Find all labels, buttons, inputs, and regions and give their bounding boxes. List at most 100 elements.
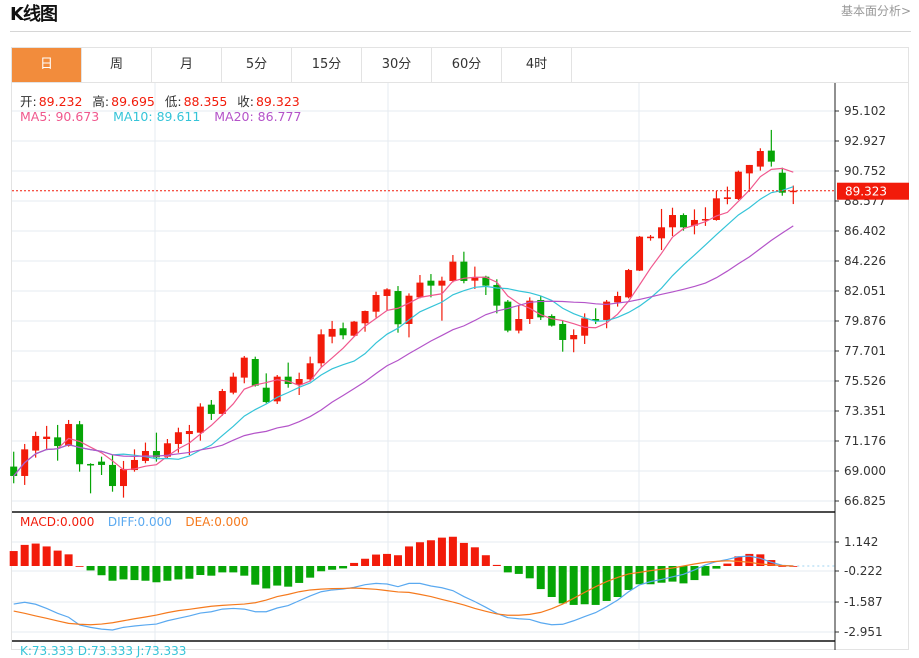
macd-bar [251,566,260,585]
macd-bar [53,550,62,566]
price-tick-label: 95.102 [844,104,886,118]
candle-body [32,435,40,451]
macd-bar [20,544,29,566]
price-tick-label: 92.927 [844,134,886,148]
macd-bar [613,566,622,598]
macd-bar [536,566,545,590]
candle-body [416,282,424,298]
candle-body [174,432,182,444]
candle [669,207,676,236]
ohlc-readout: 开: 89.232 高: 89.695 低: 88.355 收: 89.323 [20,91,302,110]
candle-body [98,461,106,465]
candle-body [65,423,73,447]
candle [21,443,29,485]
candle [87,463,95,494]
macd-tick-label: -2.951 [844,625,883,639]
candle-body [625,270,633,298]
ma10-line [13,186,794,477]
price-tick-label: 84.226 [844,254,886,268]
candle [438,276,446,321]
candle [559,319,567,352]
macd-bar [42,546,51,566]
current-price-label: 89.323 [845,185,887,199]
macd-bar [701,566,710,576]
candle-body [185,431,193,435]
candle-body [295,379,303,385]
macd-bar [273,566,282,586]
macd-bar [459,542,468,566]
macd-bar [75,566,84,567]
macd-tick-label: -0.222 [844,564,883,578]
candle-body [504,301,512,331]
candle-body [614,295,622,303]
candle-body [723,197,731,200]
macd-bar [558,566,567,604]
macd-bar [580,566,589,605]
macd-bar [437,537,446,566]
macd-bar [240,566,249,576]
candle-body [767,150,775,162]
candle [43,425,51,449]
price-tick-label: 86.402 [844,224,886,238]
macd-tick-label: -1.587 [844,595,883,609]
candle-body [745,164,753,174]
macd-bar [163,566,172,581]
candle [756,148,764,171]
macd-bar [317,566,326,572]
candle [723,186,731,205]
candle-body [734,171,742,200]
candle [262,373,270,404]
ma20-value: MA20: 86.777 [214,109,302,124]
candle-body [361,311,369,324]
macd-bar [141,566,150,581]
macd-bar [229,566,238,573]
candle [284,362,292,388]
candle-body [251,359,259,386]
candle [504,299,512,333]
macd-bar [404,546,413,566]
macd-bar [514,566,523,574]
candle [405,293,413,338]
macd-bar [86,566,95,571]
diff-value: DIFF:0.000 [107,515,172,529]
macd-bar [350,562,359,566]
price-tick-label: 77.701 [844,344,886,358]
macd-bar [426,540,435,566]
candle-body [10,466,18,476]
candle [734,170,742,200]
candle-body [54,437,62,447]
price-tick-label: 66.825 [844,494,886,508]
ma10-value: MA10: 89.611 [113,109,201,124]
candle-body [317,334,325,364]
candle [251,356,259,387]
candle-body [207,404,215,414]
macd-bar [97,566,106,576]
macd-bar [492,564,501,566]
candle [614,291,622,307]
macd-bar [185,566,194,579]
candle [625,268,633,299]
candle-body [120,468,127,487]
macd-bar [108,566,117,581]
macd-value: MACD:0.000 [20,515,95,529]
candle-body [427,280,435,286]
macd-bar [712,566,721,569]
macd-bar [306,566,315,578]
candle [120,460,127,498]
open-label: 开: [20,94,37,109]
close-value: 89.323 [255,94,300,109]
macd-bar [9,551,18,566]
candle [328,320,336,344]
close-label: 收: [237,94,254,109]
macd-bar [152,566,161,583]
candle-body [43,436,51,440]
macd-bar [569,566,578,605]
candle-body [109,464,117,487]
macd-bar [723,563,732,566]
price-tick-label: 82.051 [844,284,886,298]
macd-bar [207,566,216,576]
candle-body [679,215,687,228]
macd-bar [383,553,392,566]
candle [185,424,193,456]
macd-bar [415,542,424,566]
